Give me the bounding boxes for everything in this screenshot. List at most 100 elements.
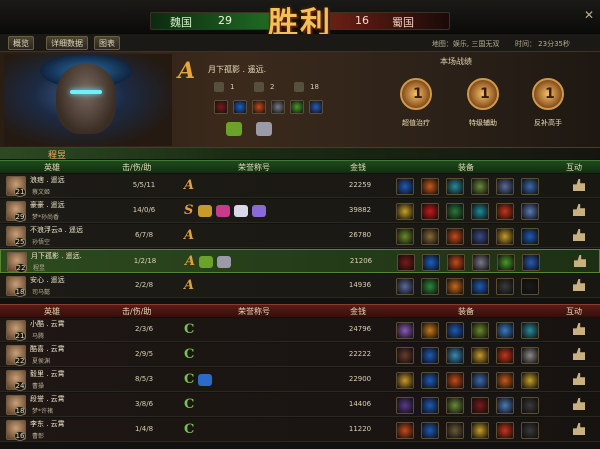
like-button[interactable]: [573, 398, 585, 410]
title-badge-icon: [234, 205, 248, 217]
equipment-slot[interactable]: [233, 100, 247, 114]
equipment-slot[interactable]: [421, 228, 439, 245]
equipment-slot[interactable]: [421, 178, 439, 195]
equipment-slot[interactable]: [252, 100, 266, 114]
equipment-slot[interactable]: [521, 178, 539, 195]
equipment-slot[interactable]: [521, 278, 539, 295]
player-row[interactable]: 18 安心 . 遥远 司马懿 2/2/8 A 14936: [0, 274, 600, 298]
equipment-slot[interactable]: [271, 100, 285, 114]
equipment-slot[interactable]: [496, 228, 514, 245]
equipment-slot[interactable]: [446, 228, 464, 245]
equipment-slot[interactable]: [422, 254, 440, 271]
equipment-slot[interactable]: [421, 278, 439, 295]
equipment-slot[interactable]: [396, 322, 414, 339]
honor-best-healing[interactable]: 1 超值治疗: [393, 78, 439, 138]
equipment-slot[interactable]: [446, 278, 464, 295]
assists-stat: 18: [294, 82, 334, 94]
equipment-slot[interactable]: [396, 372, 414, 389]
equipment-slot[interactable]: [496, 422, 514, 439]
like-button[interactable]: [573, 179, 585, 191]
equipment-slot[interactable]: [446, 397, 464, 414]
grade-icon: A: [184, 278, 195, 293]
equipment-slot[interactable]: [496, 278, 514, 295]
equipment-slot[interactable]: [421, 347, 439, 364]
honor-deny-master[interactable]: 1 反补高手: [525, 78, 571, 138]
equipment-slot[interactable]: [496, 203, 514, 220]
like-button[interactable]: [574, 255, 586, 267]
equipment-slot[interactable]: [471, 422, 489, 439]
equipment-slot[interactable]: [396, 347, 414, 364]
equipment-slot[interactable]: [446, 347, 464, 364]
title-badge-icon: [226, 122, 242, 136]
equipment-slot[interactable]: [396, 228, 414, 245]
equipment-slot[interactable]: [446, 178, 464, 195]
hero-name: 程昱: [33, 265, 46, 272]
equipment-slot[interactable]: [421, 397, 439, 414]
equipment-slot[interactable]: [471, 228, 489, 245]
tab-details[interactable]: 详细数据: [46, 36, 88, 50]
equipment-slot[interactable]: [446, 203, 464, 220]
equipment-slot[interactable]: [471, 203, 489, 220]
equipment-slot[interactable]: [446, 372, 464, 389]
like-button[interactable]: [573, 423, 585, 435]
equipment-slot[interactable]: [471, 322, 489, 339]
equipment-slot[interactable]: [496, 397, 514, 414]
like-button[interactable]: [573, 373, 585, 385]
like-button[interactable]: [573, 279, 585, 291]
equipment-slot[interactable]: [421, 372, 439, 389]
player-row[interactable]: 24 毅里 . 云霄 曹操 8/5/3 C 22900: [0, 368, 600, 392]
player-row[interactable]: 18 段誉 . 云霄 梦*许褚 3/8/6 C 14406: [0, 393, 600, 417]
equipment-slot[interactable]: [290, 100, 304, 114]
equipment-slot[interactable]: [521, 347, 539, 364]
equipment-slot[interactable]: [471, 347, 489, 364]
equipment-slot[interactable]: [496, 178, 514, 195]
equipment-slot[interactable]: [396, 397, 414, 414]
equipment-slot[interactable]: [447, 254, 465, 271]
equipment-slot[interactable]: [497, 254, 515, 271]
equipment-slot[interactable]: [496, 322, 514, 339]
thumbs-up-icon: [573, 229, 585, 241]
equipment-slot[interactable]: [471, 178, 489, 195]
equipment-slot[interactable]: [521, 322, 539, 339]
equipment-slot[interactable]: [446, 322, 464, 339]
equipment-slot[interactable]: [471, 397, 489, 414]
honor-best-support[interactable]: 1 特级辅助: [460, 78, 506, 138]
equipment-slot[interactable]: [471, 278, 489, 295]
equipment-slot[interactable]: [214, 100, 228, 114]
equipment-slot[interactable]: [471, 372, 489, 389]
equipment-slot[interactable]: [446, 422, 464, 439]
equipment-slot[interactable]: [521, 203, 539, 220]
tab-charts[interactable]: 图表: [94, 36, 120, 50]
tab-overview[interactable]: 概览: [8, 36, 34, 50]
equipment-slot[interactable]: [396, 422, 414, 439]
player-row[interactable]: 22 酷喜 . 云霄 夏侯渊 2/9/5 C 22222: [0, 343, 600, 367]
player-row[interactable]: 29 豪豪 . 遥远 梦*孙尚香 14/0/6 S 39882: [0, 199, 600, 223]
equipment-slot[interactable]: [521, 397, 539, 414]
equipment-slot[interactable]: [421, 203, 439, 220]
equipment-slot[interactable]: [421, 322, 439, 339]
equipment-slot[interactable]: [472, 254, 490, 271]
equipment-slot[interactable]: [309, 100, 323, 114]
equipment-slot[interactable]: [496, 372, 514, 389]
equipment-slot[interactable]: [521, 228, 539, 245]
equipment-slot[interactable]: [397, 254, 415, 271]
like-button[interactable]: [573, 348, 585, 360]
equipment-slot[interactable]: [521, 372, 539, 389]
player-row[interactable]: 21 浪痞 . 遥远 蔡文姬 5/5/11 A 22259: [0, 174, 600, 198]
player-row[interactable]: 16 李东 . 云霄 曹彰 1/4/8 C 11220: [0, 418, 600, 442]
equipment-slot[interactable]: [396, 203, 414, 220]
equipment-slot[interactable]: [496, 347, 514, 364]
equipment-slot[interactable]: [522, 254, 540, 271]
player-row[interactable]: 21 小酷 . 云霄 马腾 2/3/6 C 24796: [0, 318, 600, 342]
equipment-slot[interactable]: [521, 422, 539, 439]
like-button[interactable]: [573, 204, 585, 216]
player-row[interactable]: 25 不浪浮云a . 遥远 孙悟空 6/7/8 A 26780: [0, 224, 600, 248]
equipment-slot[interactable]: [396, 278, 414, 295]
equipment-slot[interactable]: [396, 178, 414, 195]
close-icon[interactable]: ✕: [584, 8, 594, 22]
player-row[interactable]: 22 月下孤影 . 遥远. 程昱 1/2/18 A 21206: [0, 249, 600, 273]
equipment-slot[interactable]: [421, 422, 439, 439]
like-button[interactable]: [573, 229, 585, 241]
like-button[interactable]: [573, 323, 585, 335]
thumbs-up-icon: [574, 255, 586, 267]
